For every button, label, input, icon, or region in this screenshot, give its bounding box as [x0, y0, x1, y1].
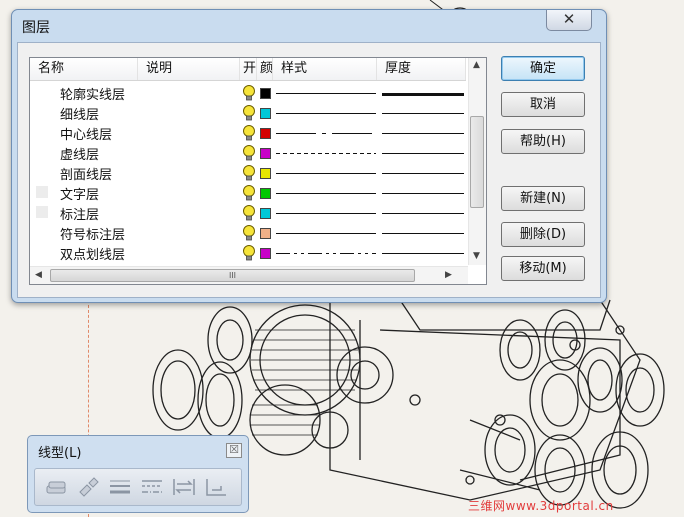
layer-row[interactable]: 符号标注层 — [30, 223, 466, 243]
layer-line-style[interactable] — [276, 132, 376, 135]
scroll-down-icon[interactable]: ▼ — [473, 251, 480, 261]
layer-name: 符号标注层 — [60, 228, 126, 243]
layer-row[interactable]: 轮廓实线层 — [30, 83, 466, 103]
line-weight-icon[interactable] — [107, 476, 133, 498]
layer-color-swatch[interactable] — [260, 228, 271, 239]
layer-dialog: 图层 ✕ 名称 说明 开 颜 样式 厚度 轮廓实线层细线层中心线层虚线层剖面线层… — [11, 9, 607, 303]
column-header-color[interactable]: 颜 — [257, 58, 273, 80]
move-layer-button[interactable]: 移动(M) — [501, 256, 585, 281]
layer-color-swatch[interactable] — [260, 128, 271, 139]
layer-name: 中心线层 — [60, 128, 113, 143]
scroll-up-icon[interactable]: ▲ — [473, 60, 480, 70]
layer-line-thickness[interactable] — [382, 113, 464, 114]
layer-list[interactable]: 名称 说明 开 颜 样式 厚度 轮廓实线层细线层中心线层虚线层剖面线层文字层标注… — [29, 57, 487, 285]
layer-row[interactable]: 剖面线层 — [30, 163, 466, 183]
layer-row[interactable]: 细线层 — [30, 103, 466, 123]
row-marker — [36, 186, 48, 198]
layer-color-swatch[interactable] — [260, 208, 271, 219]
scroll-left-icon[interactable]: ◀ — [35, 270, 42, 280]
layer-color-swatch[interactable] — [260, 148, 271, 159]
layer-name: 标注层 — [60, 208, 100, 223]
lightbulb-icon[interactable] — [241, 164, 257, 182]
layer-icon[interactable] — [43, 476, 69, 498]
layer-line-thickness[interactable] — [382, 253, 464, 254]
layer-line-style[interactable] — [276, 252, 376, 255]
cancel-button[interactable]: 取消 — [501, 92, 585, 117]
new-layer-button[interactable]: 新建(N) — [501, 186, 585, 211]
layer-color-swatch[interactable] — [260, 188, 271, 199]
layer-color-swatch[interactable] — [260, 168, 271, 179]
line-base-icon[interactable] — [203, 476, 229, 498]
column-header-style[interactable]: 样式 — [273, 58, 377, 80]
layer-name: 细线层 — [60, 108, 100, 123]
horizontal-scroll-thumb[interactable]: III — [50, 269, 415, 282]
toolbar-close-icon[interactable]: ☒ — [226, 443, 242, 458]
layer-line-style[interactable] — [276, 212, 376, 215]
lightbulb-icon[interactable] — [241, 104, 257, 122]
layer-line-style[interactable] — [276, 232, 376, 235]
watermark: 三维网www.3dportal.cn — [468, 499, 614, 513]
linetype-toolbar: 线型(L) ☒ — [27, 435, 249, 513]
delete-layer-button[interactable]: 删除(D) — [501, 222, 585, 247]
vertical-scrollbar[interactable]: ▲ ▼ — [468, 58, 486, 265]
layer-color-swatch[interactable] — [260, 88, 271, 99]
layer-line-thickness[interactable] — [382, 133, 464, 134]
line-swap-icon[interactable] — [171, 476, 197, 498]
layer-list-header: 名称 说明 开 颜 样式 厚度 — [30, 58, 466, 81]
layer-row[interactable]: 中心线层 — [30, 123, 466, 143]
layer-name: 双点划线层 — [60, 248, 126, 263]
row-marker — [36, 206, 48, 218]
layer-line-thickness[interactable] — [382, 153, 464, 154]
layer-line-style[interactable] — [276, 112, 376, 115]
layer-line-style[interactable] — [276, 152, 376, 155]
layer-name: 轮廓实线层 — [60, 88, 126, 103]
help-button[interactable]: 帮助(H) — [501, 129, 585, 154]
horizontal-scrollbar[interactable]: ◀ III ▶ — [30, 266, 468, 284]
layer-line-style[interactable] — [276, 92, 376, 95]
line-style-icon[interactable] — [139, 476, 165, 498]
layer-row[interactable]: 双点划线层 — [30, 243, 466, 263]
dialog-title: 图层 — [22, 20, 50, 36]
layer-name: 文字层 — [60, 188, 100, 203]
layer-row[interactable]: 虚线层 — [30, 143, 466, 163]
toolbar-title: 线型(L) — [38, 446, 82, 461]
layer-line-thickness[interactable] — [382, 233, 464, 234]
layer-line-style[interactable] — [276, 192, 376, 195]
column-header-name[interactable]: 名称 — [30, 58, 138, 80]
layer-row[interactable]: 文字层 — [30, 183, 466, 203]
column-header-on[interactable]: 开 — [240, 58, 257, 80]
layer-row[interactable]: 标注层 — [30, 203, 466, 223]
lightbulb-icon[interactable] — [241, 244, 257, 262]
dialog-body: 名称 说明 开 颜 样式 厚度 轮廓实线层细线层中心线层虚线层剖面线层文字层标注… — [17, 42, 601, 298]
layer-line-thickness[interactable] — [382, 193, 464, 194]
layer-name: 虚线层 — [60, 148, 100, 163]
ok-button[interactable]: 确定 — [501, 56, 585, 81]
layer-line-thickness[interactable] — [382, 173, 464, 174]
lightbulb-icon[interactable] — [241, 204, 257, 222]
vertical-scroll-thumb[interactable] — [470, 116, 484, 208]
layer-color-swatch[interactable] — [260, 108, 271, 119]
toolbar-button-bar — [34, 468, 242, 506]
scroll-right-icon[interactable]: ▶ — [445, 270, 452, 280]
layer-color-swatch[interactable] — [260, 248, 271, 259]
lightbulb-icon[interactable] — [241, 224, 257, 242]
lightbulb-icon[interactable] — [241, 144, 257, 162]
lightbulb-icon[interactable] — [241, 184, 257, 202]
layer-line-style[interactable] — [276, 172, 376, 175]
paint-brush-icon[interactable] — [75, 476, 101, 498]
layer-line-thickness[interactable] — [382, 213, 464, 214]
lightbulb-icon[interactable] — [241, 124, 257, 142]
lightbulb-icon[interactable] — [241, 84, 257, 102]
layer-name: 剖面线层 — [60, 168, 113, 183]
column-header-description[interactable]: 说明 — [138, 58, 240, 80]
close-button[interactable]: ✕ — [546, 10, 592, 31]
layer-line-thickness[interactable] — [382, 93, 464, 96]
column-header-thickness[interactable]: 厚度 — [377, 58, 466, 80]
